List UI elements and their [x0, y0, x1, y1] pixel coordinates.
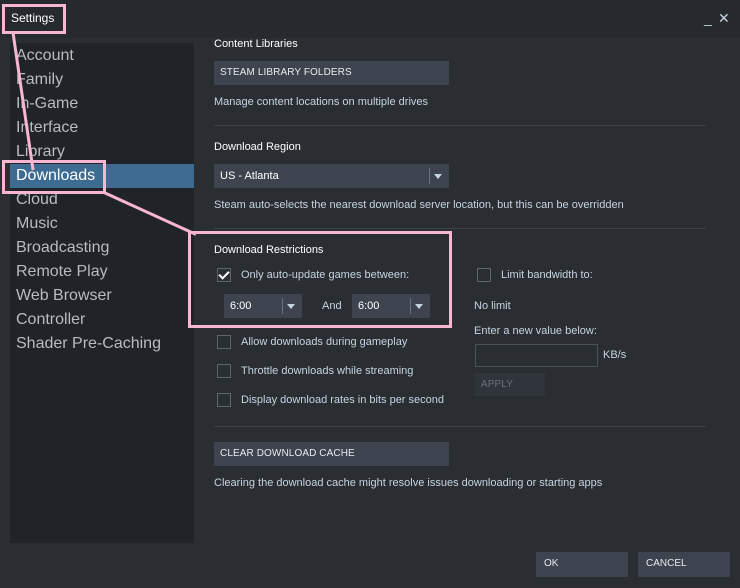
sidebar-item-interface[interactable]: Interface [10, 116, 194, 140]
bandwidth-input[interactable] [475, 344, 598, 367]
highlight-settings-title [2, 4, 66, 34]
dropdown-separator [429, 168, 430, 184]
sidebar-item-remote-play[interactable]: Remote Play [10, 260, 194, 284]
content-libraries-title: Content Libraries [214, 38, 298, 50]
cancel-button[interactable]: CANCEL [638, 552, 730, 577]
title-bar: Settings _ ✕ [0, 0, 740, 38]
sidebar-item-web-browser[interactable]: Web Browser [10, 284, 194, 308]
display-rates-bits-checkbox[interactable] [217, 393, 231, 407]
highlight-downloads-item [2, 160, 106, 194]
clear-cache-description: Clearing the download cache might resolv… [214, 477, 603, 489]
limit-bandwidth-checkbox[interactable] [477, 268, 491, 282]
allow-downloads-gameplay-checkbox[interactable] [217, 335, 231, 349]
steam-library-folders-button[interactable]: STEAM LIBRARY FOLDERS [214, 61, 449, 85]
no-limit-text: No limit [474, 300, 511, 312]
enter-value-label: Enter a new value below: [474, 325, 597, 337]
download-region-dropdown[interactable]: US - Atlanta [214, 164, 449, 188]
settings-sidebar: Account Family In-Game Interface Library… [10, 43, 194, 543]
sidebar-item-family[interactable]: Family [10, 68, 194, 92]
chevron-down-icon [434, 174, 442, 179]
close-icon[interactable]: ✕ [718, 10, 730, 27]
sidebar-item-shader-pre-caching[interactable]: Shader Pre-Caching [10, 332, 194, 356]
section-divider [214, 426, 706, 427]
kbs-unit-label: KB/s [603, 349, 627, 361]
sidebar-item-controller[interactable]: Controller [10, 308, 194, 332]
sidebar-item-account[interactable]: Account [10, 44, 194, 68]
throttle-downloads-checkbox[interactable] [217, 364, 231, 378]
minimize-icon[interactable]: _ [704, 10, 712, 26]
content-libraries-description: Manage content locations on multiple dri… [214, 96, 429, 108]
sidebar-item-music[interactable]: Music [10, 212, 194, 236]
highlight-download-restrictions [188, 231, 452, 328]
download-region-title: Download Region [214, 141, 301, 153]
sidebar-item-broadcasting[interactable]: Broadcasting [10, 236, 194, 260]
display-rates-bits-label: Display download rates in bits per secon… [241, 394, 445, 406]
throttle-downloads-label: Throttle downloads while streaming [241, 365, 414, 377]
download-region-description: Steam auto-selects the nearest download … [214, 199, 624, 211]
apply-button[interactable]: APPLY [475, 373, 545, 396]
ok-button[interactable]: OK [536, 552, 628, 577]
allow-downloads-gameplay-label: Allow downloads during gameplay [241, 336, 408, 348]
limit-bandwidth-label: Limit bandwidth to: [501, 269, 593, 281]
section-divider [214, 228, 706, 229]
section-divider [214, 125, 706, 126]
clear-download-cache-button[interactable]: CLEAR DOWNLOAD CACHE [214, 442, 449, 466]
sidebar-item-in-game[interactable]: In-Game [10, 92, 194, 116]
download-region-selected: US - Atlanta [220, 170, 279, 182]
